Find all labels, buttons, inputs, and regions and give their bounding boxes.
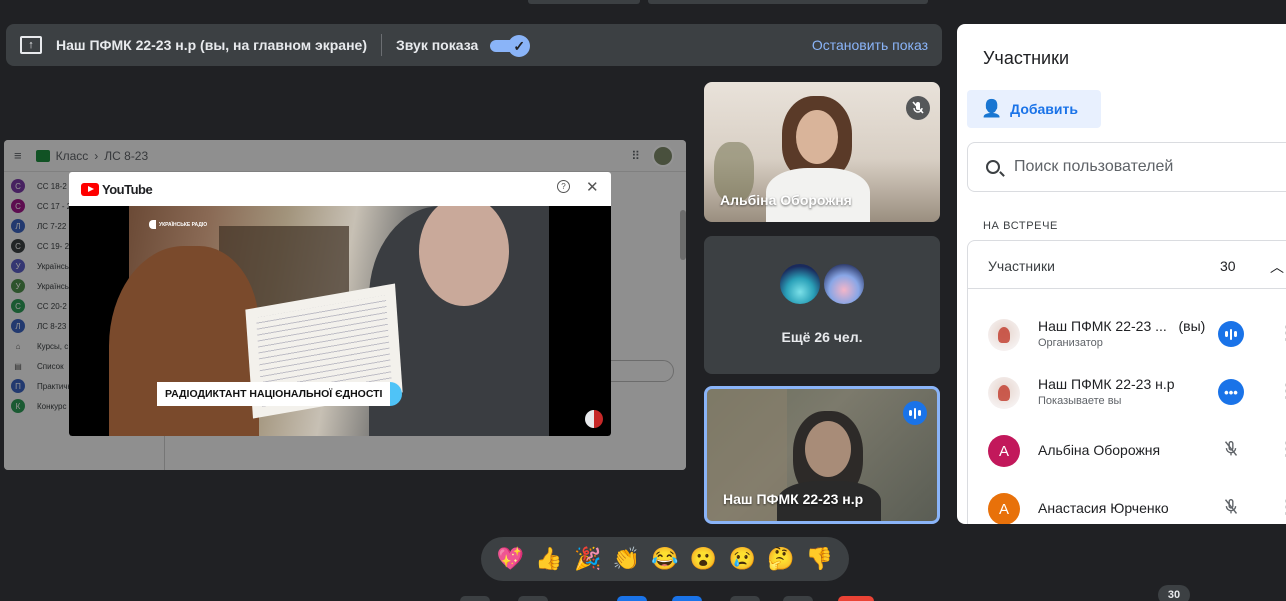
reaction-heart-button[interactable]: 💖 [497, 548, 524, 570]
more-options-icon[interactable]: ⋮ [1278, 497, 1286, 518]
reaction-sad-button[interactable]: 😢 [729, 548, 756, 570]
more-participants-tile[interactable]: Ещё 26 чел. [704, 236, 940, 374]
add-people-label: Добавить [1010, 101, 1078, 117]
control-button[interactable] [617, 596, 647, 601]
participant-name: Анастасия Юрченко [1038, 500, 1169, 516]
more-actions-icon: ••• [1218, 379, 1244, 405]
participant-row[interactable]: Наш ПФМК 22-23 н.р Показываете вы ••• ⋮ [968, 363, 1286, 421]
reaction-party-button[interactable]: 🎉 [574, 548, 601, 570]
more-options-icon[interactable]: ⋮ [1278, 323, 1286, 344]
top-strip [528, 0, 928, 4]
more-options-icon[interactable]: ⋮ [1278, 381, 1286, 402]
youtube-header: YouTube [69, 172, 611, 206]
control-button[interactable] [518, 596, 548, 601]
people-count-badge: 30 [1158, 585, 1190, 601]
youtube-video: УКРАЇНСЬКЕ РАДІО РАДІОДИКТАНТ НАЦІОНАЛЬН… [69, 206, 611, 436]
youtube-brand: YouTube [102, 181, 153, 197]
reaction-surprised-button[interactable]: 😮 [690, 548, 717, 570]
participant-avatar [988, 377, 1020, 409]
participant-name: Наш ПФМК 22-23 н.р [1038, 376, 1175, 392]
participant-avatar: A [988, 493, 1020, 524]
mic-off-icon [1224, 440, 1238, 456]
participant-row[interactable]: A Анастасия Юрченко ⋮ [968, 479, 1286, 524]
reaction-laugh-button[interactable]: 😂 [651, 548, 678, 570]
reaction-clap-button[interactable]: 👏 [613, 548, 640, 570]
participant-tile[interactable]: Альбіна Оборожня [704, 82, 940, 222]
participant-role: Показываете вы [1038, 395, 1122, 407]
participant-tile-active[interactable]: Наш ПФМК 22-23 н.р [704, 386, 940, 524]
search-placeholder: Поиск пользователей [1014, 158, 1174, 175]
youtube-logo-icon [81, 182, 99, 196]
channel-corner-icon [585, 410, 603, 428]
participants-group: Участники 30 ︿ Наш ПФМК 22-23 ... (вы) О… [967, 240, 1286, 524]
group-label: Участники [988, 258, 1055, 274]
tile-person-face [796, 110, 838, 164]
channel-watermark: УКРАЇНСЬКЕ РАДІО [149, 220, 207, 229]
speaking-indicator-icon [903, 401, 927, 425]
participants-panel: Участники 👤 Добавить Поиск пользователей… [957, 24, 1286, 524]
radio-logo-icon [149, 220, 156, 229]
reaction-thumbs-down-button[interactable]: 👎 [806, 548, 833, 570]
present-to-all-icon: ↑ [20, 36, 42, 54]
check-icon: ✓ [508, 35, 531, 57]
mic-off-icon [1224, 498, 1238, 514]
group-count: 30 [1220, 258, 1236, 274]
video-caption: РАДІОДИКТАНТ НАЦІОНАЛЬНОЇ ЄДНОСТІ [157, 382, 403, 406]
reaction-thumbs-up-button[interactable]: 👍 [535, 548, 562, 570]
meet-stage: ↑ Наш ПФМК 22-23 н.р (вы, на главном экр… [0, 0, 1286, 601]
participant-role: Организатор [1038, 337, 1103, 349]
panel-title: Участники [983, 48, 1069, 68]
youtube-popup: YouTube ? ✕ УКРАЇНСЬКЕ РАДІО РАДІОДИКТАН… [69, 172, 611, 436]
participant-name: Наш ПФМК 22-23 н.р [723, 491, 864, 507]
participant-name: Альбіна Оборожня [720, 192, 852, 208]
stop-presenting-button[interactable]: Остановить показ [812, 37, 928, 53]
more-participants-label: Ещё 26 чел. [781, 329, 863, 345]
presentation-sound-toggle[interactable]: ✓ [490, 35, 531, 57]
participant-name: Альбіна Оборожня [1038, 442, 1161, 458]
presentation-sound-label: Звук показа [396, 37, 479, 53]
search-users-input[interactable]: Поиск пользователей [967, 142, 1286, 192]
mic-off-icon [906, 96, 930, 120]
participant-row[interactable]: A Альбіна Оборожня ⋮ [968, 421, 1286, 479]
participant-avatar: A [988, 435, 1020, 467]
search-icon [986, 160, 1000, 174]
tile-person-face [805, 421, 851, 477]
section-heading: НА ВСТРЕЧЕ [983, 220, 1058, 232]
participant-name: Наш ПФМК 22-23 ... (вы) [1038, 318, 1206, 334]
close-icon: ✕ [586, 179, 599, 196]
control-button[interactable] [672, 596, 702, 601]
participant-avatar [778, 262, 822, 306]
chevron-up-icon: ︿ [1270, 259, 1284, 275]
more-options-icon[interactable]: ⋮ [1278, 439, 1286, 460]
video-person-woman [109, 246, 259, 436]
add-people-button[interactable]: 👤 Добавить [967, 90, 1101, 128]
presentation-title: Наш ПФМК 22-23 н.р (вы, на главном экран… [56, 37, 368, 53]
speaking-indicator-icon [1218, 321, 1244, 347]
banner-divider [381, 34, 383, 56]
leave-call-button[interactable] [838, 596, 874, 601]
participant-avatar [822, 262, 866, 306]
participant-row[interactable]: Наш ПФМК 22-23 ... (вы) Организатор ⋮ [968, 305, 1286, 363]
presentation-banner: ↑ Наш ПФМК 22-23 н.р (вы, на главном экр… [6, 24, 942, 66]
help-icon: ? [557, 180, 570, 193]
reaction-thinking-button[interactable]: 🤔 [767, 548, 794, 570]
participant-avatar [988, 319, 1020, 351]
control-button[interactable] [730, 596, 760, 601]
control-button[interactable] [460, 596, 490, 601]
channel-name: УКРАЇНСЬКЕ РАДІО [159, 221, 208, 228]
add-person-icon: 👤 [981, 99, 1003, 118]
group-header[interactable]: Участники 30 ︿ [968, 241, 1286, 289]
reactions-bar: 💖 👍 🎉 👏 😂 😮 😢 🤔 👎 [481, 537, 849, 581]
control-button[interactable] [783, 596, 813, 601]
